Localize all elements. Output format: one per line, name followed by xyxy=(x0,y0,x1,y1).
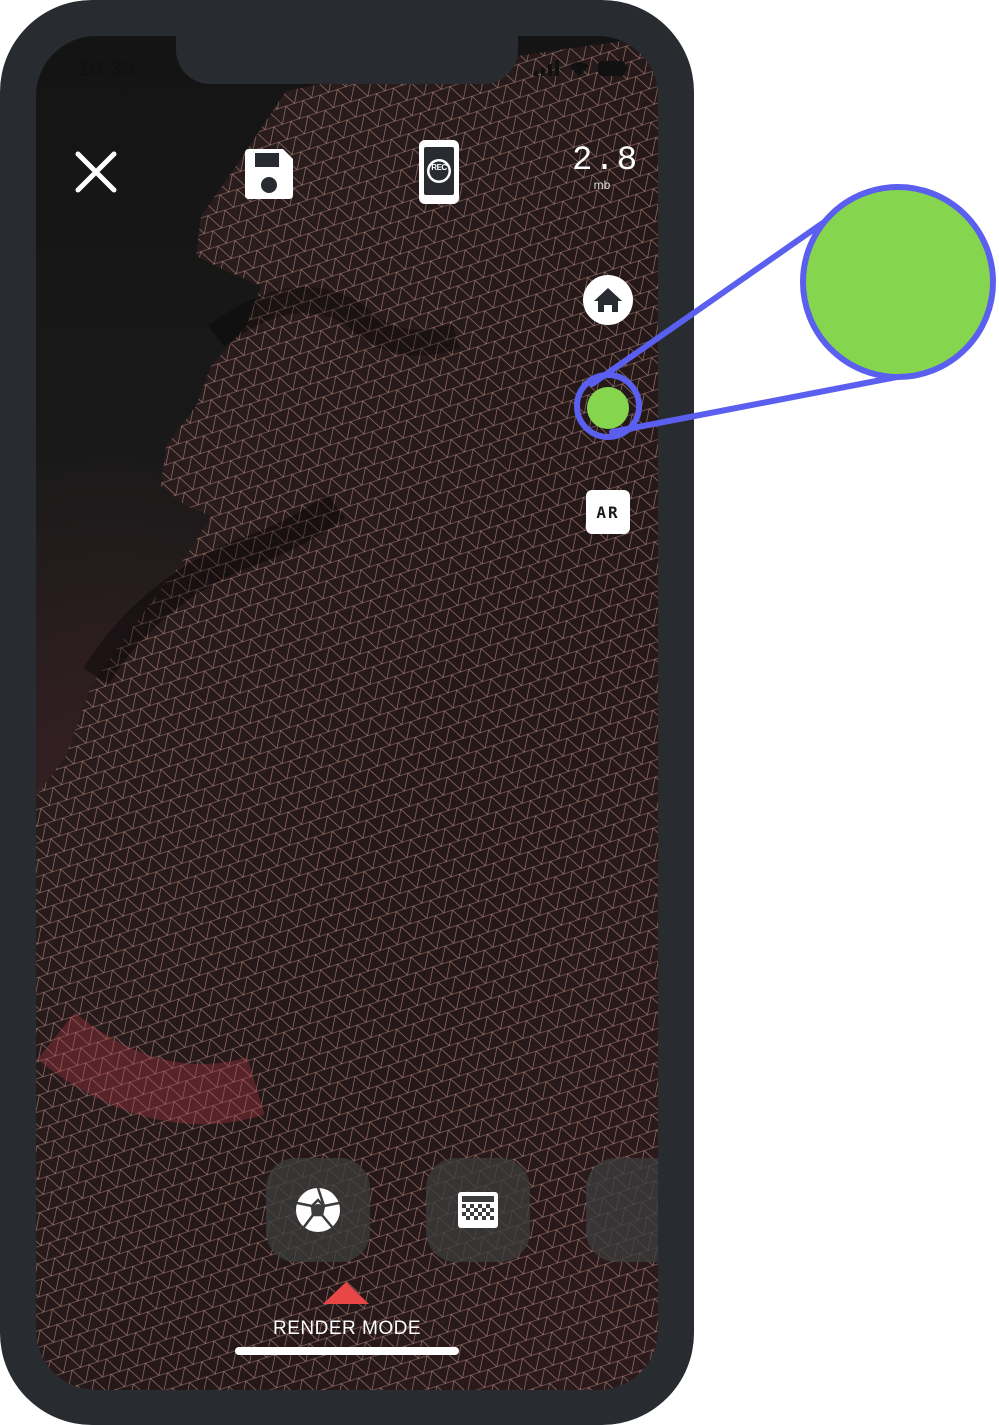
wifi-icon xyxy=(569,62,589,76)
status-time: 10:35 xyxy=(78,56,135,81)
mode-indicator-arrow xyxy=(323,1282,369,1304)
record-button[interactable]: REC xyxy=(417,138,461,206)
highlighted-button[interactable] xyxy=(586,386,630,430)
battery-icon xyxy=(598,61,628,76)
mode-button-next-partial[interactable] xyxy=(586,1158,658,1262)
texture-icon xyxy=(458,1192,498,1228)
green-dot-icon xyxy=(587,387,629,429)
signal-icon xyxy=(534,60,559,76)
file-size-readout: 2.8 mb xyxy=(572,142,640,192)
record-badge: REC xyxy=(431,163,447,172)
device-notch xyxy=(176,36,518,84)
home-icon xyxy=(583,275,633,325)
callout-zoom-circle xyxy=(800,184,996,380)
status-icons xyxy=(534,60,628,76)
save-button[interactable] xyxy=(240,146,296,202)
render-mode-label: RENDER MODE xyxy=(272,1318,421,1339)
file-size-unit: mb xyxy=(593,178,611,192)
home-indicator[interactable] xyxy=(235,1347,459,1355)
save-icon xyxy=(245,149,293,199)
home-button[interactable] xyxy=(582,274,634,326)
mode-button-shutter[interactable] xyxy=(266,1158,370,1262)
record-icon xyxy=(419,140,459,204)
mode-button-texture[interactable] xyxy=(426,1158,530,1262)
phone-frame: 10:35 REC 2.8 mb AR RENDER MODE xyxy=(0,0,694,1425)
close-icon xyxy=(75,151,117,193)
close-button[interactable] xyxy=(72,148,120,196)
ar-button[interactable]: AR xyxy=(586,490,630,534)
aperture-icon xyxy=(296,1187,340,1232)
app-screen: 10:35 REC 2.8 mb AR RENDER MODE xyxy=(36,36,658,1390)
file-size-value: 2.8 xyxy=(572,142,640,180)
